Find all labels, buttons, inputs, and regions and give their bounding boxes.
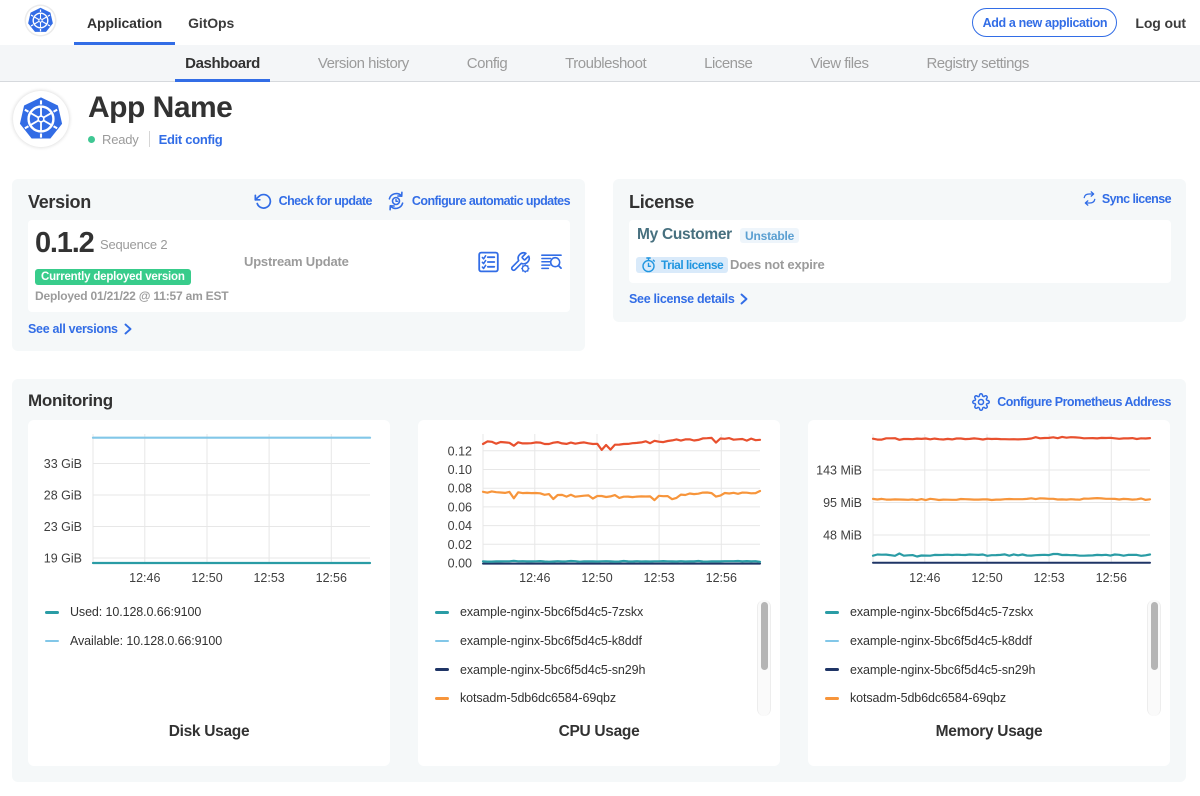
svg-text:0.12: 0.12 [448, 444, 472, 458]
svg-text:12:50: 12:50 [971, 571, 1002, 585]
svg-text:12:56: 12:56 [1096, 571, 1127, 585]
svg-text:12:53: 12:53 [253, 571, 284, 585]
svg-text:48 MiB: 48 MiB [823, 529, 862, 543]
svg-text:12:46: 12:46 [519, 571, 550, 585]
svg-text:95 MiB: 95 MiB [823, 496, 862, 510]
svg-text:33 GiB: 33 GiB [44, 457, 82, 471]
svg-text:12:53: 12:53 [643, 571, 674, 585]
svg-text:12:56: 12:56 [706, 571, 737, 585]
svg-text:0.04: 0.04 [448, 519, 472, 533]
svg-text:0.02: 0.02 [448, 538, 472, 552]
svg-text:0.00: 0.00 [448, 557, 472, 571]
svg-text:12:46: 12:46 [129, 571, 160, 585]
svg-text:0.06: 0.06 [448, 500, 472, 514]
svg-text:0.10: 0.10 [448, 463, 472, 477]
svg-text:12:50: 12:50 [191, 571, 222, 585]
svg-text:143 MiB: 143 MiB [816, 464, 862, 478]
svg-text:28 GiB: 28 GiB [44, 489, 82, 503]
svg-text:12:56: 12:56 [316, 571, 347, 585]
svg-text:0.08: 0.08 [448, 482, 472, 496]
svg-text:12:53: 12:53 [1033, 571, 1064, 585]
svg-text:19 GiB: 19 GiB [44, 552, 82, 566]
svg-text:23 GiB: 23 GiB [44, 520, 82, 534]
svg-text:12:46: 12:46 [909, 571, 940, 585]
svg-text:12:50: 12:50 [581, 571, 612, 585]
